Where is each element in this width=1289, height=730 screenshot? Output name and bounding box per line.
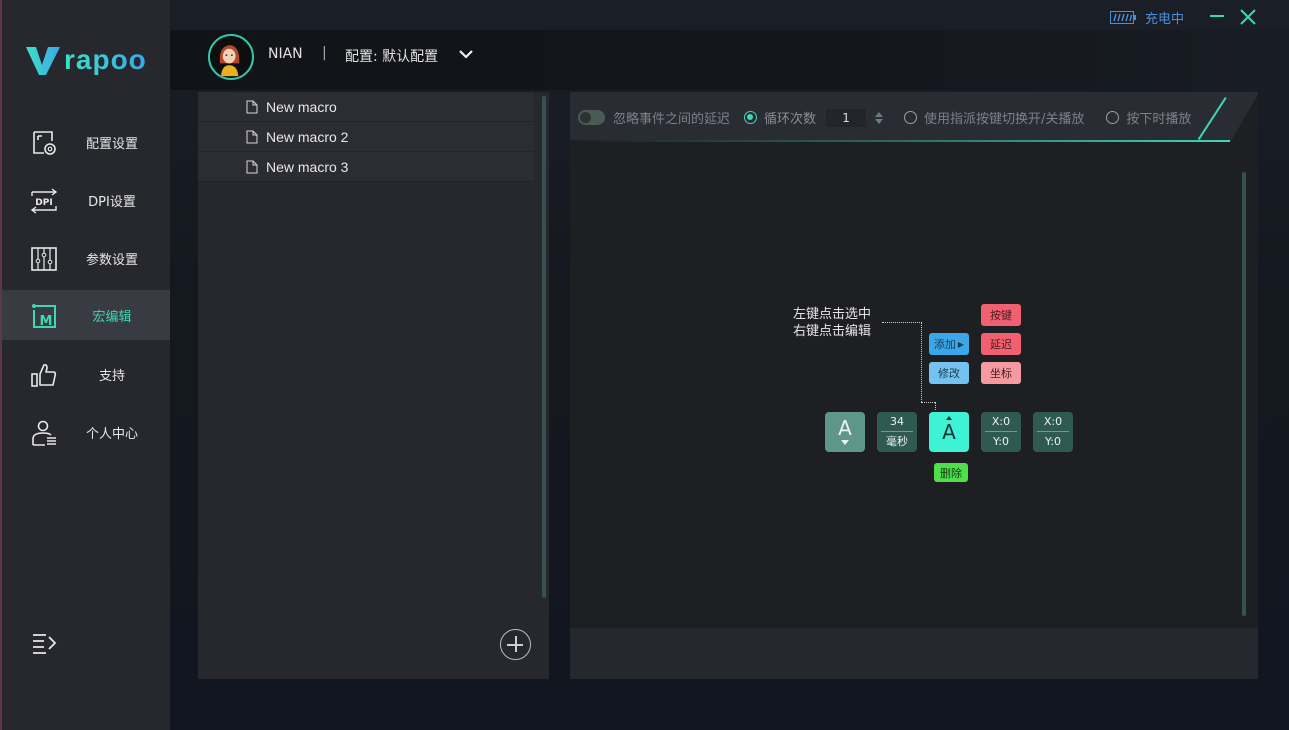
- header-separator: |: [322, 45, 327, 61]
- avatar[interactable]: [208, 34, 254, 80]
- hint-connector: [921, 322, 922, 402]
- macro-list-item[interactable]: New macro: [198, 92, 534, 122]
- file-icon: [246, 100, 258, 113]
- sidebar-item-label: 参数设置: [85, 252, 138, 268]
- rapoo-v-icon: [26, 47, 60, 75]
- macro-editor-panel: 忽略事件之间的延迟 循环次数 1 使用指派按键切换开/关播放 按下时播放 左键点…: [570, 92, 1258, 679]
- hold-play-radio[interactable]: [1106, 111, 1120, 124]
- coord-y: Y:0: [993, 435, 1009, 448]
- macro-name: New macro 2: [266, 128, 349, 145]
- event-key: A: [942, 420, 956, 444]
- event-delay[interactable]: 34 毫秒: [877, 412, 917, 452]
- sidebar-item-dpi[interactable]: DPI DPI设置: [2, 175, 170, 225]
- battery-icon: [1110, 11, 1136, 24]
- sidebar-item-label: 支持: [98, 368, 125, 384]
- macro-list-item[interactable]: New macro 2: [198, 122, 534, 152]
- add-delay-button[interactable]: 延迟: [981, 333, 1021, 355]
- sidebar-item-support[interactable]: 支持: [2, 349, 170, 399]
- close-icon[interactable]: [1238, 7, 1258, 27]
- coord-x: X:0: [991, 415, 1011, 428]
- hint-connector: [882, 322, 922, 323]
- sidebar-item-label: 宏编辑: [92, 309, 132, 325]
- delete-button[interactable]: 删除: [934, 463, 968, 482]
- rapoo-logo: rapoo: [26, 44, 147, 76]
- loop-count-stepper[interactable]: [874, 109, 884, 127]
- sliders-icon: [31, 247, 57, 271]
- sidebar-item-parameters[interactable]: 参数设置: [2, 233, 170, 283]
- caret-right-icon: ▶: [957, 339, 965, 349]
- key-label: 按键: [990, 309, 1012, 322]
- delay-unit: 毫秒: [886, 435, 908, 448]
- profile-label: 配置: 默认配置: [345, 49, 439, 65]
- svg-text:M: M: [40, 314, 53, 329]
- coord-x: X:0: [1043, 415, 1063, 428]
- event-coordinate[interactable]: X:0 Y:0: [1033, 412, 1073, 452]
- ignore-delay-label: 忽略事件之间的延迟: [613, 112, 731, 127]
- loop-count-input[interactable]: 1: [826, 108, 867, 127]
- add-key-button[interactable]: 按键: [981, 304, 1021, 326]
- charging-text: 充电中: [1145, 12, 1185, 27]
- user-name: NIAN: [268, 46, 303, 62]
- sidebar-item-macro[interactable]: M 宏编辑: [2, 290, 170, 340]
- profile-settings-icon: [33, 131, 56, 155]
- macro-list: New macro New macro 2 New macro 3: [198, 92, 534, 182]
- macro-list-scrollbar[interactable]: [542, 96, 546, 598]
- editor-bottom-bar: [570, 628, 1258, 679]
- brand-name: rapoo: [64, 44, 147, 75]
- sidebar-item-profile-settings[interactable]: 配置设置: [2, 117, 170, 167]
- file-icon: [246, 160, 258, 173]
- toggle-key-label: 使用指派按键切换开/关播放: [924, 112, 1085, 127]
- chevron-down-icon[interactable]: [456, 44, 476, 64]
- add-coord-button[interactable]: 坐标: [981, 362, 1021, 384]
- event-key: A: [838, 416, 852, 440]
- file-icon: [246, 130, 258, 143]
- delete-label: 删除: [940, 466, 962, 480]
- ignore-delay-toggle[interactable]: [578, 110, 605, 125]
- toggle-key-radio[interactable]: [904, 111, 918, 124]
- coord-y: Y:0: [1045, 435, 1061, 448]
- svg-text:DPI: DPI: [35, 198, 52, 208]
- menu-collapse-icon[interactable]: [32, 632, 58, 654]
- modify-label: 修改: [938, 367, 960, 380]
- hint-connector: [921, 402, 935, 403]
- modify-button[interactable]: 修改: [929, 362, 969, 384]
- coord-label: 坐标: [990, 367, 1012, 380]
- header-bar: [170, 30, 1289, 90]
- macro-name: New macro: [266, 98, 337, 115]
- add-label: 添加: [933, 338, 956, 351]
- hold-play-label: 按下时播放: [1126, 112, 1192, 127]
- delay-label: 延迟: [990, 338, 1012, 351]
- loop-radio[interactable]: [744, 111, 758, 124]
- usage-hint: 左键点击选中 右键点击编辑: [793, 306, 871, 340]
- toolbar-accent-line: [570, 140, 1230, 142]
- add-macro-button[interactable]: [500, 629, 531, 660]
- avatar-image: [219, 45, 240, 77]
- hint-right-click: 右键点击编辑: [793, 324, 872, 339]
- delay-value: 34: [890, 415, 904, 428]
- playback-options: 忽略事件之间的延迟 循环次数 1 使用指派按键切换开/关播放 按下时播放: [578, 108, 1191, 127]
- macro-name: New macro 3: [266, 158, 349, 175]
- sidebar: rapoo 配置设置 DPI DPI设置 参数设置 M 宏编辑 支持 个人中心: [0, 0, 170, 730]
- macro-list-panel: New macro New macro 2 New macro 3: [198, 92, 549, 679]
- add-button[interactable]: 添加 ▶: [929, 333, 969, 355]
- event-key-up[interactable]: A: [929, 412, 969, 452]
- dpi-icon: DPI: [30, 188, 58, 214]
- hint-left-click: 左键点击选中: [793, 307, 872, 322]
- editor-scrollbar[interactable]: [1242, 172, 1246, 616]
- loop-label: 循环次数: [764, 112, 817, 127]
- event-coordinate[interactable]: X:0 Y:0: [981, 412, 1021, 452]
- key-down-arrow-icon: [841, 440, 849, 445]
- sidebar-item-label: 个人中心: [85, 426, 138, 442]
- macro-icon: M: [32, 304, 56, 329]
- user-icon: [32, 420, 56, 446]
- thumbs-up-icon: [31, 364, 57, 387]
- sidebar-item-label: 配置设置: [85, 136, 138, 152]
- sidebar-item-label: DPI设置: [88, 194, 136, 210]
- macro-list-item[interactable]: New macro 3: [198, 152, 534, 182]
- sidebar-item-personal-center[interactable]: 个人中心: [2, 407, 170, 457]
- event-key-down[interactable]: A: [825, 412, 865, 452]
- minimize-icon[interactable]: [1208, 7, 1226, 25]
- hint-connector: [935, 402, 936, 410]
- charging-status: 充电中: [1110, 8, 1184, 27]
